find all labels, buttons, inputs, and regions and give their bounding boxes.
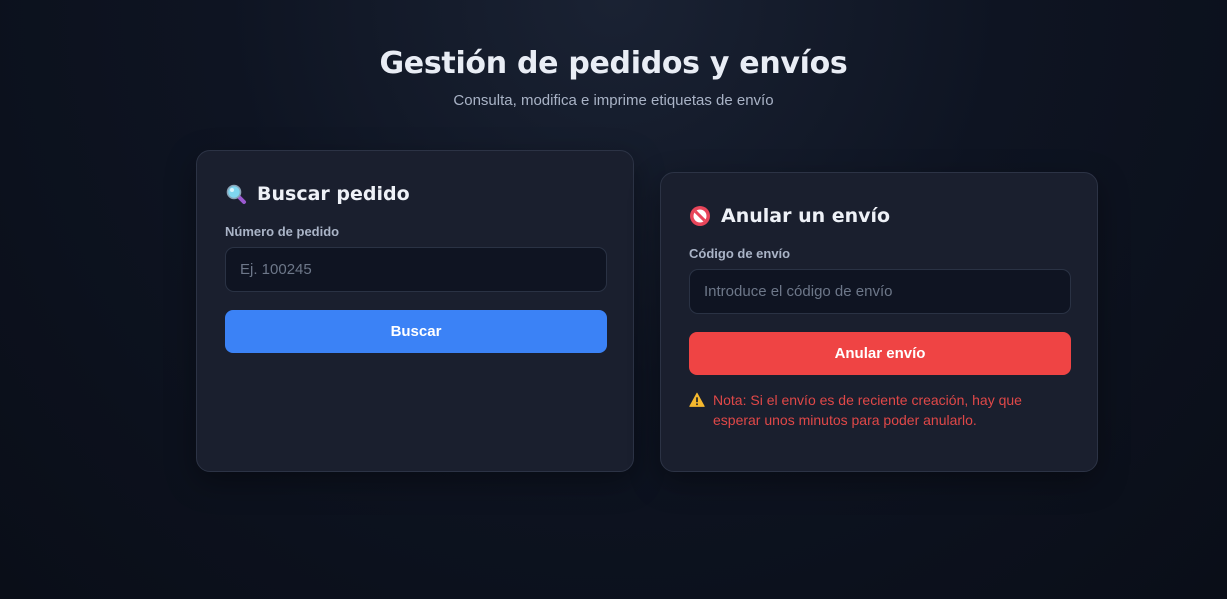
search-button[interactable]: Buscar — [225, 310, 607, 353]
cancel-note: Nota: Si el envío es de reciente creació… — [689, 390, 1069, 430]
order-number-input[interactable] — [225, 247, 607, 292]
page-subtitle: Consulta, modifica e imprime etiquetas d… — [453, 92, 774, 109]
cancel-note-text: Nota: Si el envío es de reciente creació… — [713, 392, 1022, 428]
shipment-code-label: Código de envío — [689, 246, 791, 261]
search-order-card: Buscar pedido Número de pedido Buscar — [196, 150, 634, 472]
page-header: Gestión de pedidos y envíos Consulta, mo… — [0, 44, 1227, 110]
magnifying-glass-icon — [225, 183, 247, 205]
warning-icon — [689, 392, 705, 408]
order-number-label: Número de pedido — [225, 224, 340, 239]
search-card-title: Buscar pedido — [257, 183, 410, 205]
cancel-card-header: Anular un envío — [689, 204, 1069, 228]
prohibited-icon — [689, 205, 711, 227]
search-card-header: Buscar pedido — [225, 182, 605, 206]
cancel-shipment-card: Anular un envío Código de envío Anular e… — [660, 172, 1098, 472]
cancel-card-title: Anular un envío — [721, 205, 891, 227]
cancel-shipment-button[interactable]: Anular envío — [689, 332, 1071, 375]
shipment-code-input[interactable] — [689, 269, 1071, 314]
page-title: Gestión de pedidos y envíos — [379, 46, 848, 81]
